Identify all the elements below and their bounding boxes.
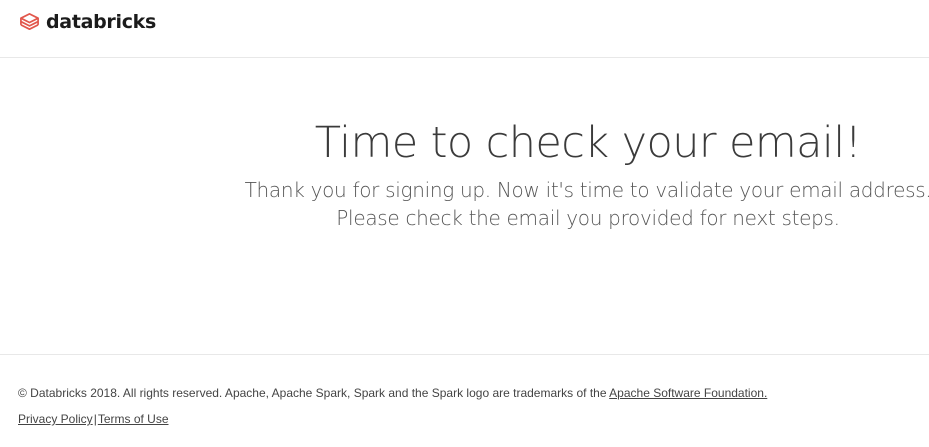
terms-of-use-link[interactable]: Terms of Use <box>98 412 169 426</box>
privacy-policy-link[interactable]: Privacy Policy <box>18 412 93 426</box>
databricks-stack-icon <box>20 12 39 30</box>
copyright-notice: © Databricks 2018. All rights reserved. … <box>18 386 767 400</box>
databricks-logo[interactable]: databricks <box>19 10 156 34</box>
message-line-1: Thank you for signing up. Now it's time … <box>244 178 929 202</box>
page-footer: © Databricks 2018. All rights reserved. … <box>0 354 929 447</box>
footer-links: Privacy Policy|Terms of Use <box>18 412 169 426</box>
page-title: Time to check your email! <box>314 118 862 168</box>
top-header: databricks <box>0 0 929 58</box>
confirmation-message: Time to check your email! Thank you for … <box>240 116 929 232</box>
brand-name: databricks <box>46 11 157 33</box>
copyright-text: © Databricks 2018. All rights reserved. … <box>18 386 610 400</box>
message-line-2: Please check the email you provided for … <box>336 206 840 230</box>
apache-foundation-link[interactable]: Apache Software Foundation. <box>609 386 767 400</box>
